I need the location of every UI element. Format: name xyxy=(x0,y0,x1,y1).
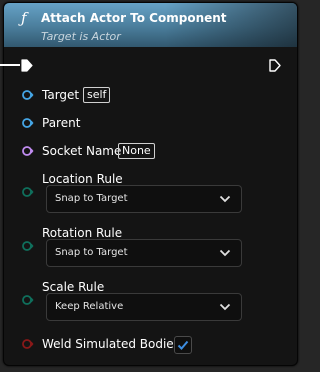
scale-rule-value: Keep Relative xyxy=(55,301,124,312)
socket-name-label: Socket Name xyxy=(42,144,122,158)
scale-rule-pin-icon[interactable] xyxy=(22,294,34,306)
function-icon: ƒ xyxy=(21,9,27,27)
rotation-rule-dropdown[interactable]: Snap to Target xyxy=(46,239,242,267)
weld-checkbox[interactable] xyxy=(174,336,192,354)
rotation-rule-pin-icon[interactable] xyxy=(22,240,34,252)
scale-rule-label: Scale Rule xyxy=(42,280,105,294)
blueprint-node[interactable]: ƒ Attach Actor To Component Target is Ac… xyxy=(3,2,298,366)
location-rule-pin-icon[interactable] xyxy=(22,186,34,198)
exec-wire xyxy=(0,64,20,66)
rotation-rule-value: Snap to Target xyxy=(55,247,128,258)
scale-rule-dropdown[interactable]: Keep Relative xyxy=(46,293,242,321)
weld-pin-icon[interactable] xyxy=(22,338,34,350)
rotation-rule-label: Rotation Rule xyxy=(42,226,123,240)
socket-name-input[interactable]: None xyxy=(118,143,155,159)
location-rule-label: Location Rule xyxy=(42,172,123,186)
chevron-down-icon xyxy=(219,303,231,311)
target-pin-icon[interactable] xyxy=(22,89,34,101)
exec-in-pin-icon[interactable] xyxy=(21,59,33,72)
chevron-down-icon xyxy=(219,249,231,257)
node-title: Attach Actor To Component xyxy=(41,11,227,25)
chevron-down-icon xyxy=(219,195,231,203)
target-label: Target xyxy=(42,88,80,102)
weld-label: Weld Simulated Bodies xyxy=(42,337,180,351)
exec-out-pin-icon[interactable] xyxy=(269,59,281,72)
checkmark-icon xyxy=(177,340,189,350)
parent-pin-icon[interactable] xyxy=(22,117,34,129)
location-rule-dropdown[interactable]: Snap to Target xyxy=(46,185,242,213)
socket-name-pin-icon[interactable] xyxy=(22,145,34,157)
node-subtitle: Target is Actor xyxy=(41,30,121,43)
location-rule-value: Snap to Target xyxy=(55,193,128,204)
parent-label: Parent xyxy=(42,116,81,130)
target-default-badge: self xyxy=(83,87,111,103)
